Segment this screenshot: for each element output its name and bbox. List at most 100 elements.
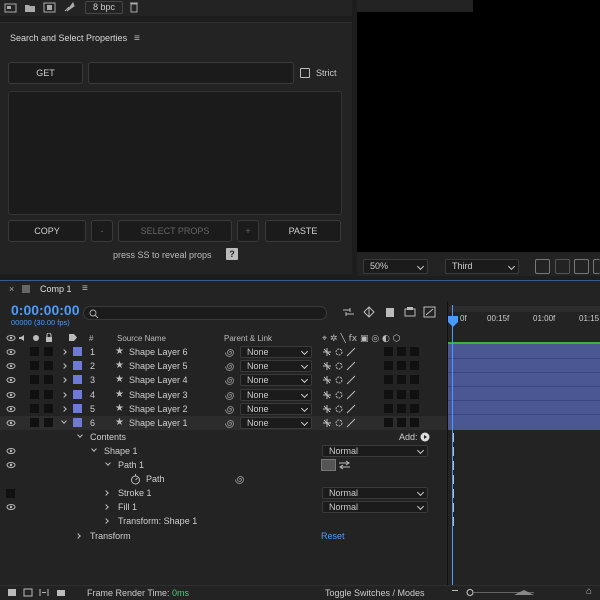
expand-triangle-icon[interactable] <box>103 490 109 496</box>
motion-blur-switch[interactable] <box>384 418 393 427</box>
motion-blur-switch[interactable] <box>384 361 393 371</box>
3d-layer-switch[interactable] <box>410 403 419 413</box>
layer-row[interactable]: 5 ★ Shape Layer 2 None <box>0 402 448 416</box>
label-color-swatch[interactable] <box>73 418 82 427</box>
collapse-triangle-icon[interactable] <box>61 418 67 424</box>
expand-triangle-icon[interactable] <box>61 349 67 355</box>
collapse-switch-icon[interactable] <box>322 418 332 428</box>
shape1-row[interactable]: Shape 1 Normal <box>0 444 448 458</box>
plus-button[interactable]: + <box>237 220 259 242</box>
zoom-out-icon[interactable] <box>452 590 458 591</box>
shape1-blend-select[interactable]: Normal <box>322 445 428 457</box>
layer-row[interactable]: 4 ★ Shape Layer 3 None <box>0 388 448 402</box>
quality-slash-icon[interactable] <box>346 375 356 385</box>
lock-switch[interactable] <box>44 389 53 399</box>
visibility-eye-icon[interactable] <box>6 419 16 427</box>
comp-tab[interactable]: Comp 1 <box>40 284 72 294</box>
motion-blur-switch[interactable] <box>384 375 393 385</box>
3d-layer-switch[interactable] <box>410 375 419 385</box>
fast-previews-icon[interactable] <box>535 259 550 274</box>
pick-whip-icon[interactable] <box>224 418 235 429</box>
resolution-select[interactable]: Third <box>445 259 519 274</box>
panel-menu-icon[interactable]: ≡ <box>134 33 140 44</box>
get-button[interactable]: GET <box>8 62 83 84</box>
quality-slash-icon[interactable] <box>346 418 356 428</box>
visibility-eye-icon[interactable] <box>6 362 16 370</box>
adjustment-switch[interactable] <box>397 418 406 427</box>
adjustment-switch[interactable] <box>397 375 406 385</box>
collapse-triangle-icon[interactable] <box>77 432 83 438</box>
toggle-switches-modes[interactable]: Toggle Switches / Modes <box>325 588 425 598</box>
transform-shape1-row[interactable]: Transform: Shape 1 <box>0 514 448 528</box>
layer-duration-bars[interactable] <box>448 344 600 430</box>
parent-select[interactable]: None <box>240 374 312 387</box>
collapse-switch-icon[interactable] <box>322 404 332 414</box>
contents-row[interactable]: Contents Add: <box>0 430 448 444</box>
parent-select[interactable]: None <box>240 346 312 358</box>
expand-triangle-icon[interactable] <box>61 363 67 370</box>
stopwatch-icon[interactable] <box>130 474 141 485</box>
pick-whip-icon[interactable] <box>224 404 235 415</box>
layer-name[interactable]: Shape Layer 2 <box>129 404 188 414</box>
shy-layers-icon[interactable] <box>384 306 396 318</box>
lock-switch[interactable] <box>44 418 53 427</box>
parent-link-header[interactable]: Parent & Link <box>224 334 272 343</box>
3d-layer-switch[interactable] <box>410 418 419 427</box>
interpret-footage-icon[interactable] <box>4 2 17 13</box>
new-folder-icon[interactable] <box>24 2 36 13</box>
timeline-menu-icon[interactable]: ≡ <box>82 283 88 294</box>
lock-switch[interactable] <box>44 375 53 385</box>
lock-switch[interactable] <box>44 361 53 371</box>
path-direction-reverse-icon[interactable] <box>337 459 352 471</box>
layer-search-input[interactable] <box>83 306 327 320</box>
expand-triangle-icon[interactable] <box>103 504 109 510</box>
fill1-blend-select[interactable]: Normal <box>322 501 428 513</box>
path-row[interactable]: Path <box>0 472 448 486</box>
transfer-controls-pane-icon[interactable] <box>23 588 33 597</box>
adjustment-switch[interactable] <box>397 403 406 413</box>
property-search-input[interactable] <box>88 62 294 84</box>
quality-slash-icon[interactable] <box>346 361 356 371</box>
composition-viewer[interactable] <box>357 0 600 252</box>
transparency-grid-icon[interactable] <box>555 259 570 274</box>
quality-switch-icon[interactable] <box>334 375 344 385</box>
quality-slash-icon[interactable] <box>346 347 356 357</box>
close-tab-icon[interactable]: × <box>9 284 14 294</box>
layer-row[interactable]: 3 ★ Shape Layer 4 None <box>0 373 448 387</box>
playhead-handle[interactable] <box>448 316 458 328</box>
expand-triangle-icon[interactable] <box>61 377 67 384</box>
collapse-switch-icon[interactable] <box>322 390 332 400</box>
new-comp-icon[interactable] <box>43 2 56 13</box>
mask-visibility-icon[interactable] <box>574 259 589 274</box>
reset-link[interactable]: Reset <box>321 531 345 541</box>
label-color-swatch[interactable] <box>73 389 82 399</box>
label-color-swatch[interactable] <box>73 361 82 371</box>
render-time-pane-icon[interactable] <box>56 588 66 597</box>
solo-switch[interactable] <box>30 389 39 399</box>
frame-blending-icon[interactable] <box>404 306 416 318</box>
quality-slash-icon[interactable] <box>346 390 356 400</box>
lock-switch[interactable] <box>44 347 53 356</box>
fill1-row[interactable]: Fill 1 Normal <box>0 500 448 514</box>
pick-whip-icon[interactable] <box>224 347 235 358</box>
quality-switch-icon[interactable] <box>334 390 344 400</box>
comp-mini-flowchart-icon[interactable] <box>342 307 355 318</box>
timeline-splitter[interactable] <box>447 301 448 585</box>
layer-name[interactable]: Shape Layer 5 <box>129 361 188 371</box>
collapse-switch-icon[interactable] <box>322 361 332 371</box>
draft-3d-icon[interactable] <box>363 306 375 318</box>
region-of-interest-icon[interactable] <box>593 259 600 274</box>
in-out-pane-icon[interactable] <box>39 588 49 597</box>
visibility-eye-icon[interactable] <box>6 376 16 384</box>
quality-switch-icon[interactable] <box>334 418 344 428</box>
collapse-switch-icon[interactable] <box>322 347 332 357</box>
label-color-swatch[interactable] <box>73 403 82 413</box>
zoom-in-icon[interactable]: ⌂ <box>586 586 592 597</box>
expand-triangle-icon[interactable] <box>61 391 67 398</box>
layer-name[interactable]: Shape Layer 6 <box>129 347 188 357</box>
adjustment-switch[interactable] <box>397 389 406 399</box>
3d-layer-switch[interactable] <box>410 361 419 371</box>
solo-switch[interactable] <box>30 403 39 413</box>
path1-row[interactable]: Path 1 <box>0 458 448 472</box>
adjustment-switch[interactable] <box>397 347 406 356</box>
